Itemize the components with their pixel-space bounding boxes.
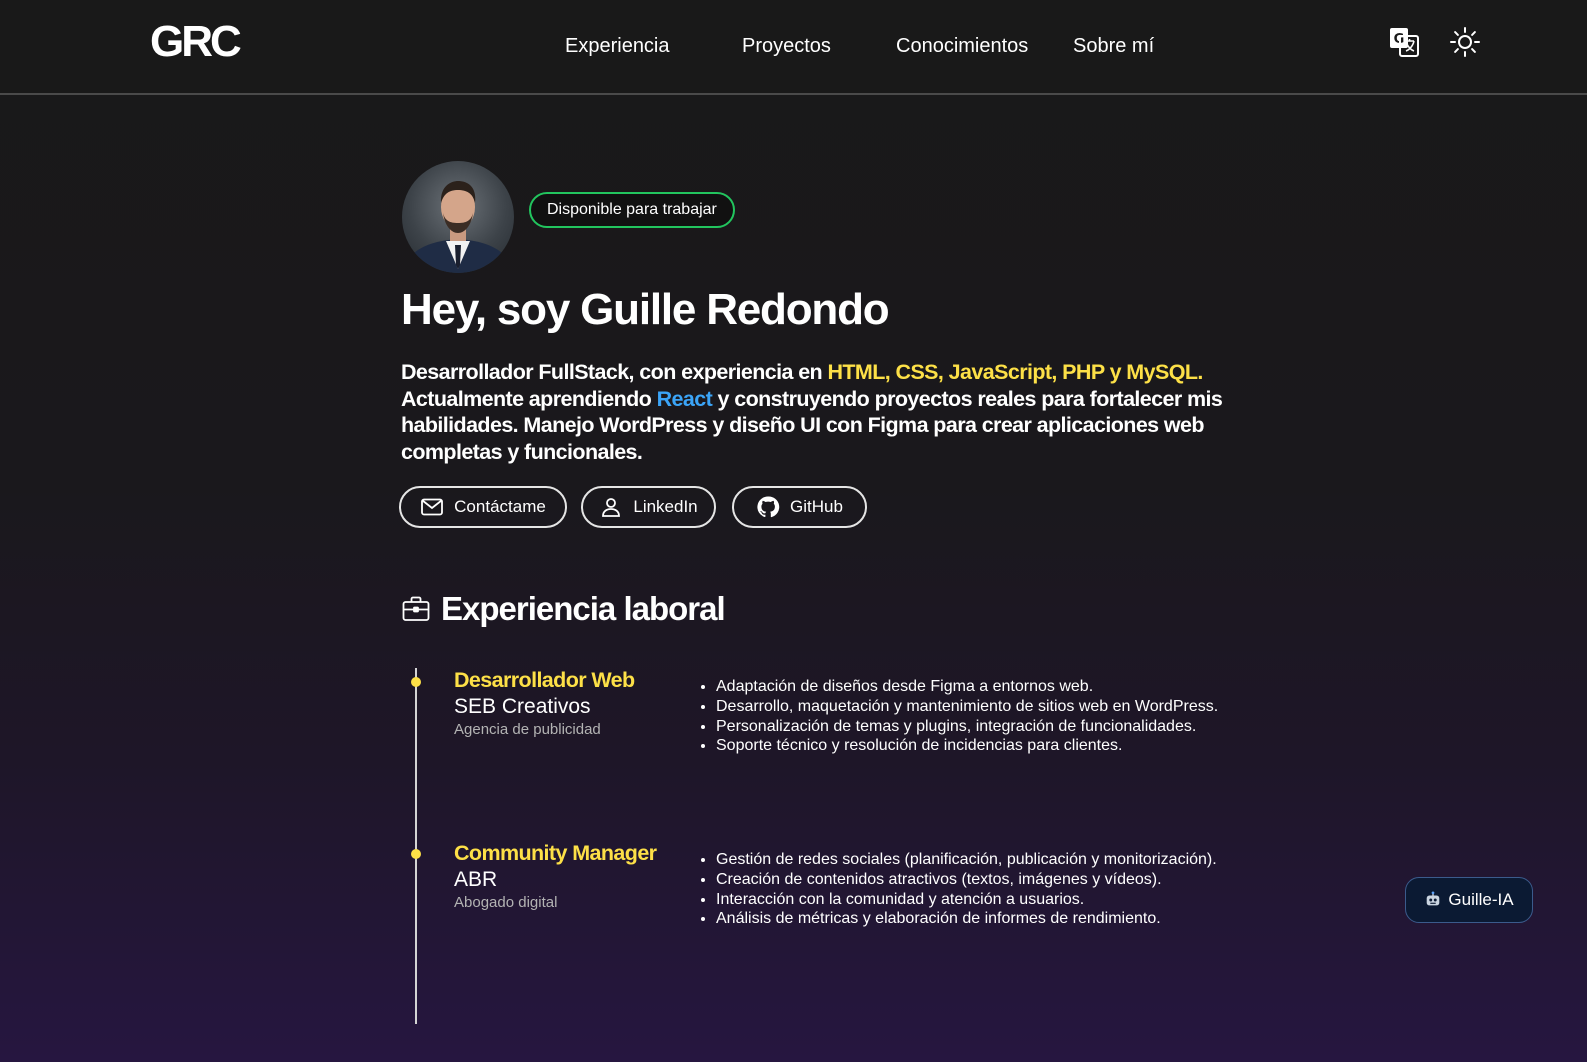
- nav-proyectos[interactable]: Proyectos: [742, 0, 831, 93]
- linkedin-button-label: LinkedIn: [633, 497, 698, 516]
- job-task: Personalización de temas y plugins, inte…: [716, 717, 1218, 737]
- bio-tech-stack: HTML, CSS, JavaScript, PHP y MySQL: [827, 360, 1198, 384]
- job-role: Community Manager: [454, 841, 657, 865]
- contact-button[interactable]: Contáctame: [399, 486, 567, 528]
- timeline-dot: [411, 849, 421, 859]
- contact-button-label: Contáctame: [454, 497, 546, 516]
- bio-text-1: Desarrollador FullStack, con experiencia…: [401, 360, 828, 384]
- chat-assistant-button[interactable]: Guille-IA: [1405, 877, 1533, 923]
- robot-icon: [1427, 891, 1440, 906]
- sun-icon[interactable]: [1449, 26, 1481, 58]
- user-icon: [602, 498, 621, 517]
- job-task: Desarrollo, maquetación y mantenimiento …: [716, 697, 1218, 717]
- bio-text-3: Actualmente aprendiendo: [401, 386, 657, 411]
- nav-experiencia[interactable]: Experiencia: [565, 0, 670, 93]
- briefcase-icon: [402, 596, 430, 622]
- linkedin-button[interactable]: LinkedIn: [581, 486, 716, 528]
- job-type: Agencia de publicidad: [454, 721, 601, 738]
- job-tasks: Adaptación de diseños desde Figma a ento…: [700, 677, 1218, 756]
- job-task: Análisis de métricas y elaboración de in…: [716, 909, 1217, 929]
- job-company: ABR: [454, 868, 498, 891]
- job-task: Adaptación de diseños desde Figma a ento…: [716, 677, 1218, 697]
- job-task: Gestión de redes sociales (planificación…: [716, 850, 1217, 870]
- mail-icon: [421, 498, 444, 516]
- github-icon: [757, 496, 780, 518]
- job-task: Soporte técnico y resolución de incidenc…: [716, 736, 1218, 756]
- chat-button-label: Guille-IA: [1448, 890, 1514, 909]
- hero-title: Hey, soy Guille Redondo: [401, 285, 890, 334]
- job-role: Desarrollador Web: [454, 668, 635, 692]
- nav-conocimientos[interactable]: Conocimientos: [896, 0, 1028, 93]
- logo[interactable]: GRC: [150, 20, 242, 64]
- site-header: GRC Experiencia Proyectos Conocimientos …: [0, 0, 1587, 95]
- job-type: Abogado digital: [454, 894, 558, 911]
- job-task: Interacción con la comunidad y atención …: [716, 890, 1217, 910]
- timeline-dot: [411, 677, 421, 687]
- github-button[interactable]: GitHub: [732, 486, 867, 528]
- job-company: SEB Creativos: [454, 695, 591, 718]
- timeline-line: [415, 668, 417, 1024]
- translate-icon[interactable]: G: [1388, 26, 1420, 58]
- job-task: Creación de contenidos atractivos (texto…: [716, 870, 1217, 890]
- avatar: [402, 161, 514, 273]
- bio-learning: React: [656, 386, 713, 411]
- bio-text-2: .: [1197, 360, 1203, 384]
- experience-title: Experiencia laboral: [441, 590, 726, 627]
- github-button-label: GitHub: [790, 497, 843, 516]
- job-tasks: Gestión de redes sociales (planificación…: [700, 850, 1217, 929]
- availability-badge: Disponible para trabajar: [529, 192, 735, 228]
- nav-sobre-mi[interactable]: Sobre mí: [1073, 0, 1154, 93]
- hero-bio: Desarrollador FullStack, con experiencia…: [401, 359, 1241, 465]
